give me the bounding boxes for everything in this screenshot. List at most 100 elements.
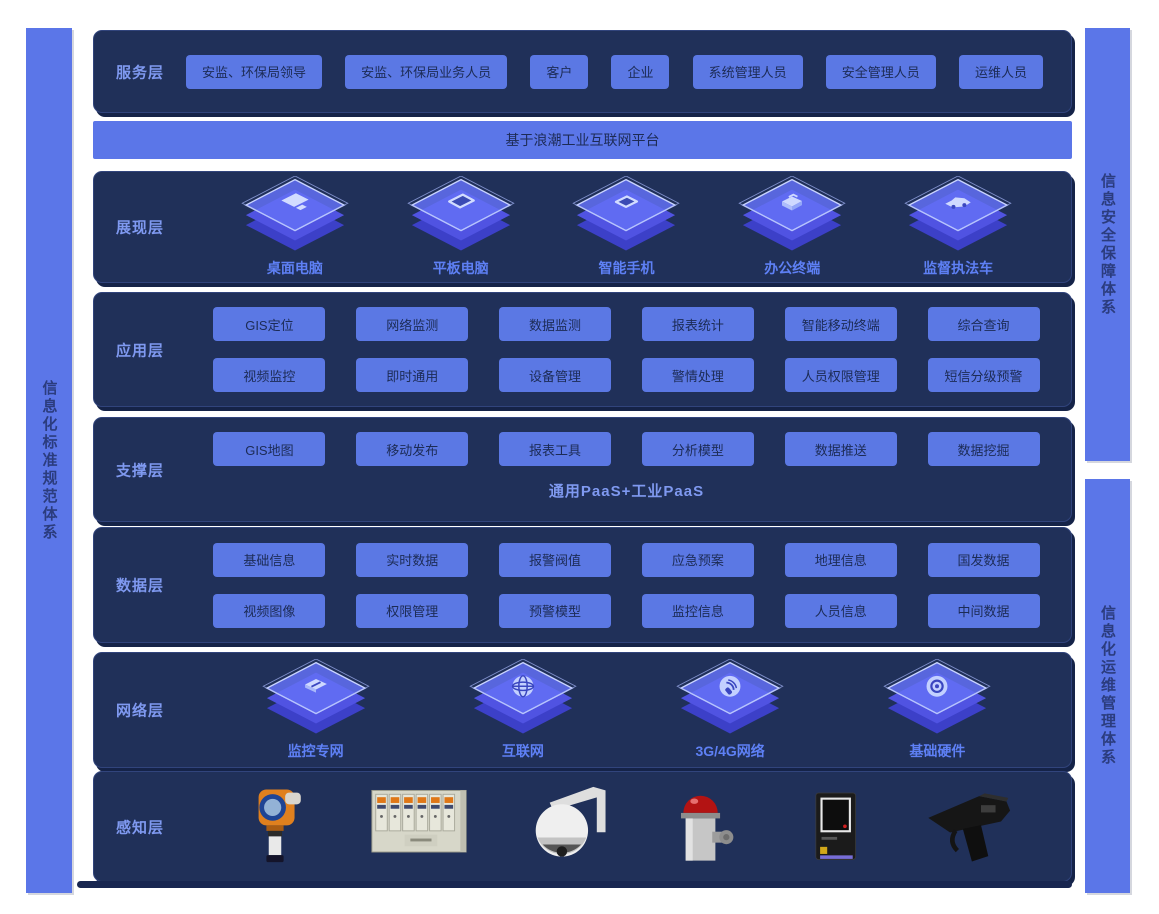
data-layer-label: 数据层 — [116, 575, 164, 596]
presentation-item: 监督执法车 — [899, 176, 1017, 278]
perception-layer-panel: 感知层 — [93, 771, 1072, 882]
data-item: 人员信息 — [785, 594, 897, 628]
application-item: 数据监测 — [499, 307, 611, 341]
handheld-detector-image — [921, 777, 1021, 877]
internet-icon — [464, 659, 582, 739]
application-layer-panel: 应用层 GIS定位 网络监测 数据监测 报表统计 智能移动终端 综合查询 视频监… — [93, 292, 1072, 407]
application-item: 智能移动终端 — [785, 307, 897, 341]
service-item: 系统管理人员 — [693, 55, 803, 89]
support-item: 移动发布 — [356, 432, 468, 466]
application-item: 视频监控 — [213, 358, 325, 392]
alarm-control-cabinet-image — [365, 777, 473, 877]
presentation-layer-label: 展现层 — [116, 217, 164, 238]
architecture-diagram: 信息化标准规范体系 信息安全保障体系 信息化运维管理体系 服务层 安监、环保局领… — [0, 0, 1159, 914]
support-item: GIS地图 — [213, 432, 325, 466]
support-item: 数据推送 — [785, 432, 897, 466]
network-item-label: 监控专网 — [288, 741, 344, 761]
network-item-label: 互联网 — [502, 741, 544, 761]
presentation-item-label: 平板电脑 — [433, 258, 489, 278]
data-item: 应急预案 — [642, 543, 754, 577]
application-item: 短信分级预警 — [928, 358, 1040, 392]
data-item: 视频图像 — [213, 594, 325, 628]
network-item: 监控专网 — [257, 659, 375, 761]
presentation-item: 智能手机 — [567, 176, 685, 278]
service-item: 客户 — [530, 55, 588, 89]
sidebar-ops-system: 信息化运维管理体系 — [1085, 479, 1130, 893]
platform-banner-label: 基于浪潮工业互联网平台 — [506, 130, 660, 150]
data-layer-panel: 数据层 基础信息 实时数据 报警阀值 应急预案 地理信息 国发数据 视频图像 权… — [93, 527, 1072, 643]
application-item: GIS定位 — [213, 307, 325, 341]
data-item: 基础信息 — [213, 543, 325, 577]
network-layer-panel: 网络层 监控专网 互联网 3G/4G网络 基础硬件 — [93, 652, 1072, 768]
presentation-item-label: 智能手机 — [598, 258, 654, 278]
application-layer-label: 应用层 — [116, 339, 164, 360]
service-item: 安监、环保局领导 — [186, 55, 322, 89]
support-layer-panel: 支撑层 GIS地图 移动发布 报表工具 分析模型 数据推送 数据挖掘 通用Paa… — [93, 417, 1072, 522]
service-item: 运维人员 — [959, 55, 1043, 89]
service-item: 安监、环保局业务人员 — [345, 55, 507, 89]
data-grid: 基础信息 实时数据 报警阀值 应急预案 地理信息 国发数据 视频图像 权限管理 … — [182, 528, 1071, 642]
bottom-base-bar — [77, 881, 1072, 888]
service-item: 安全管理人员 — [826, 55, 936, 89]
data-item: 监控信息 — [642, 594, 754, 628]
network-item: 基础硬件 — [878, 659, 996, 761]
application-item: 报表统计 — [642, 307, 754, 341]
presentation-item-label: 办公终端 — [764, 258, 820, 278]
desktop-computer-icon — [236, 176, 354, 256]
tablet-icon — [402, 176, 520, 256]
service-layer-panel: 服务层 安监、环保局领导 安监、环保局业务人员 客户 企业 系统管理人员 安全管… — [93, 30, 1072, 113]
presentation-layer-panel: 展现层 桌面电脑 平板电脑 智能手机 办公终端 监督执法车 — [93, 171, 1072, 283]
network-item-label: 基础硬件 — [909, 741, 965, 761]
smartphone-icon — [567, 176, 685, 256]
gas-detector-image — [232, 777, 318, 877]
data-item: 地理信息 — [785, 543, 897, 577]
presentation-item: 办公终端 — [733, 176, 851, 278]
application-item: 即时通用 — [356, 358, 468, 392]
alarm-beacon-image — [663, 777, 749, 877]
access-control-panel-image — [796, 777, 874, 877]
sidebar-ops-label: 信息化运维管理体系 — [1097, 605, 1118, 767]
sidebar-standards-label: 信息化标准规范体系 — [39, 380, 60, 542]
support-item: 报表工具 — [499, 432, 611, 466]
enforcement-vehicle-icon — [899, 176, 1017, 256]
presentation-item: 平板电脑 — [402, 176, 520, 278]
presentation-item-label: 桌面电脑 — [267, 258, 323, 278]
application-item: 设备管理 — [499, 358, 611, 392]
service-item: 企业 — [611, 55, 669, 89]
service-chip-row: 安监、环保局领导 安监、环保局业务人员 客户 企业 系统管理人员 安全管理人员 … — [182, 31, 1071, 112]
presentation-item-label: 监督执法车 — [923, 258, 993, 278]
data-item: 国发数据 — [928, 543, 1040, 577]
mobile-network-icon — [671, 659, 789, 739]
support-layer-label: 支撑层 — [116, 459, 164, 480]
application-item: 人员权限管理 — [785, 358, 897, 392]
application-item: 网络监测 — [356, 307, 468, 341]
data-item: 中间数据 — [928, 594, 1040, 628]
application-item: 综合查询 — [928, 307, 1040, 341]
monitoring-network-icon — [257, 659, 375, 739]
perception-layer-label: 感知层 — [116, 816, 164, 837]
support-grid: GIS地图 移动发布 报表工具 分析模型 数据推送 数据挖掘 — [182, 418, 1071, 466]
network-item-label: 3G/4G网络 — [696, 741, 765, 761]
service-layer-label: 服务层 — [116, 61, 164, 82]
sidebar-standards-system: 信息化标准规范体系 — [26, 28, 72, 893]
dome-camera-image — [520, 777, 616, 877]
application-grid: GIS定位 网络监测 数据监测 报表统计 智能移动终端 综合查询 视频监控 即时… — [182, 293, 1071, 406]
platform-banner: 基于浪潮工业互联网平台 — [93, 121, 1072, 159]
hardware-icon — [878, 659, 996, 739]
data-item: 权限管理 — [356, 594, 468, 628]
sidebar-security-system: 信息安全保障体系 — [1085, 28, 1130, 461]
network-layer-label: 网络层 — [116, 700, 164, 721]
presentation-icon-row: 桌面电脑 平板电脑 智能手机 办公终端 监督执法车 — [182, 172, 1071, 282]
perception-device-row — [182, 772, 1071, 881]
data-item: 预警模型 — [499, 594, 611, 628]
application-item: 警情处理 — [642, 358, 754, 392]
office-terminal-icon — [733, 176, 851, 256]
network-item: 互联网 — [464, 659, 582, 761]
data-item: 实时数据 — [356, 543, 468, 577]
presentation-item: 桌面电脑 — [236, 176, 354, 278]
data-item: 报警阀值 — [499, 543, 611, 577]
network-item: 3G/4G网络 — [671, 659, 789, 761]
support-item: 分析模型 — [642, 432, 754, 466]
support-item: 数据挖掘 — [928, 432, 1040, 466]
sidebar-security-label: 信息安全保障体系 — [1097, 173, 1118, 317]
